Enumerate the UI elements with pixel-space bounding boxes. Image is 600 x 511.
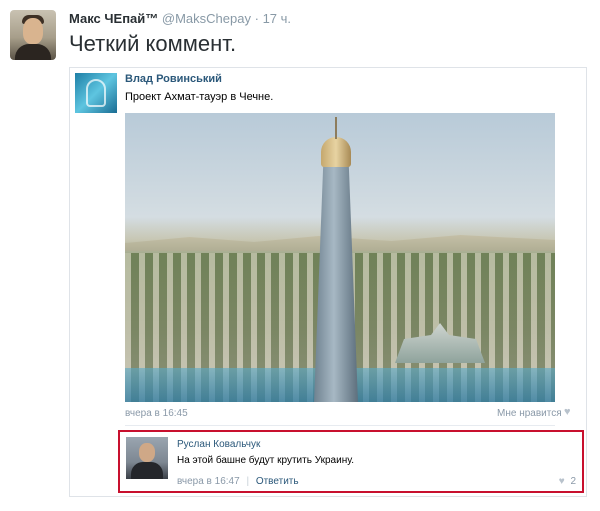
post-like-button[interactable]: Мне нравится xyxy=(497,408,562,419)
comment-author-avatar[interactable] xyxy=(126,437,168,479)
post-author-avatar[interactable] xyxy=(75,73,117,113)
comment-text: На этой башне будут крутить Украину. xyxy=(177,455,354,466)
highlighted-comment: Руслан Ковальчук На этой башне будут кру… xyxy=(118,430,584,493)
post-image[interactable] xyxy=(125,113,555,402)
comment-footer-divider: | xyxy=(246,476,250,487)
post-text: Проект Ахмат-тауэр в Чечне. xyxy=(125,91,274,103)
reply-button[interactable]: Ответить xyxy=(256,476,299,487)
tweet-handle[interactable]: @MaksChepay xyxy=(162,11,251,26)
tweet-dot: · xyxy=(254,11,259,26)
comment-author-name[interactable]: Руслан Ковальчук xyxy=(177,439,260,450)
comment-like-count: 2 xyxy=(570,476,576,487)
heart-icon: ♥ xyxy=(558,476,565,487)
vk-post-card: Влад Ровинський Проект Ахмат-тауэр в Чеч… xyxy=(69,67,587,497)
heart-icon[interactable]: ♥ xyxy=(564,406,571,418)
post-divider xyxy=(125,425,555,426)
post-date[interactable]: вчера в 16:45 xyxy=(125,408,188,419)
tweet-avatar[interactable] xyxy=(10,10,56,60)
comment-like-button[interactable]: ♥ 2 xyxy=(559,476,576,487)
post-author-name[interactable]: Влад Ровинський xyxy=(125,73,222,85)
tweet-time[interactable]: 17 ч. xyxy=(263,11,291,26)
comment-footer: вчера в 16:47 | Ответить xyxy=(177,476,299,487)
comment-date[interactable]: вчера в 16:47 xyxy=(177,476,240,487)
tweet-text: Четкий коммент. xyxy=(69,31,237,56)
tweet-author-name[interactable]: Макс ЧЕпай™ xyxy=(69,11,158,26)
tweet-header: Макс ЧЕпай™ @MaksChepay · 17 ч. xyxy=(69,11,291,26)
